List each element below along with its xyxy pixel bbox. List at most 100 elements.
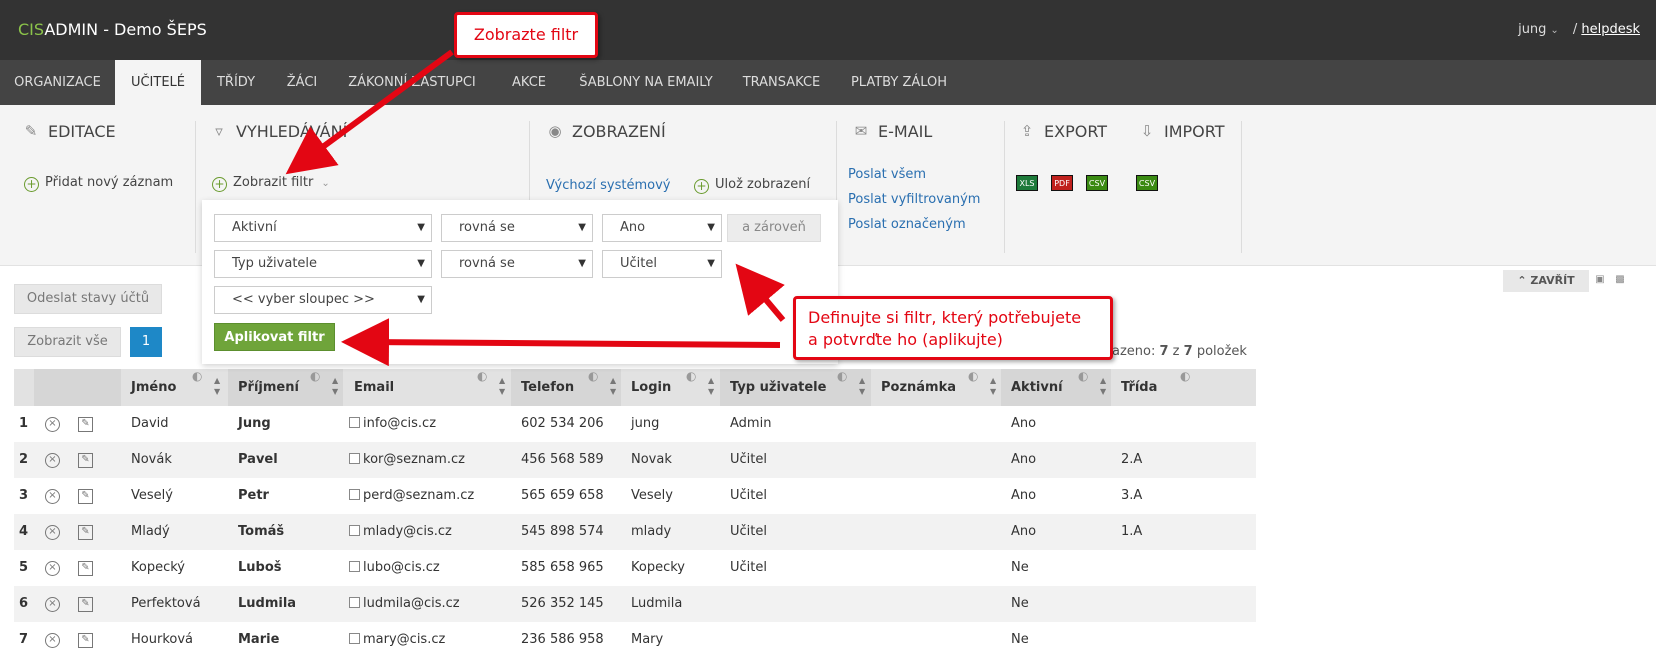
email-checkbox[interactable]	[349, 525, 360, 536]
close-button[interactable]: ⌃ ZAVŘÍT	[1503, 270, 1589, 292]
filter-operator-select-2[interactable]: rovná se	[441, 250, 593, 278]
edit-icon[interactable]: ✎	[78, 525, 93, 540]
edit-icon[interactable]: ✎	[78, 597, 93, 612]
sort-icon[interactable]: ▲ ▼	[1100, 375, 1106, 397]
email-checkbox[interactable]	[349, 633, 360, 644]
filter-column-select-3[interactable]: << vyber sloupec >>	[214, 286, 432, 314]
email-checkbox[interactable]	[349, 417, 360, 428]
eye-slash-icon[interactable]: ◐	[588, 369, 598, 383]
nav-item-ucitele[interactable]: UČITELÉ	[115, 60, 201, 105]
table-row[interactable]: 1 × ✎ David Jung info@cis.cz 602 534 206 jung Ad…	[14, 406, 1256, 442]
sort-icon[interactable]: ▲ ▼	[499, 375, 505, 397]
column-header-typ[interactable]: Typ uživatele	[720, 369, 871, 406]
show-filter-button[interactable]: + Zobrazit filtr ⌄	[212, 175, 330, 192]
edit-icon[interactable]: ✎	[78, 417, 93, 432]
filter-value-select-1[interactable]: Ano	[602, 214, 722, 242]
nav-item-akce[interactable]: AKCE	[491, 60, 567, 105]
filter-column-select-1[interactable]: Aktivní	[214, 214, 432, 242]
email-checkbox[interactable]	[349, 597, 360, 608]
edit-icon[interactable]: ✎	[78, 453, 93, 468]
callout-line-2: a potvrďte ho (aplikujte)	[808, 330, 1003, 349]
export-section: ⇪ EXPORT	[1018, 119, 1107, 143]
helpdesk-link[interactable]: helpdesk	[1581, 22, 1640, 37]
email-checkbox[interactable]	[349, 489, 360, 500]
sort-icon[interactable]: ▲ ▼	[610, 375, 616, 397]
eye-slash-icon[interactable]: ◐	[477, 369, 487, 383]
cell-trida: 1.A	[1121, 524, 1143, 539]
eye-slash-icon[interactable]: ◐	[1078, 369, 1088, 383]
column-header-login[interactable]: Login	[621, 369, 719, 406]
add-record-button[interactable]: + Přidat nový záznam	[24, 175, 173, 192]
nav-item-organizace[interactable]: ORGANIZACE	[0, 60, 115, 105]
nav-item-transakce[interactable]: TRANSAKCE	[725, 60, 838, 105]
email-marked-link[interactable]: Poslat označeným	[848, 217, 966, 232]
sort-icon[interactable]: ▲ ▼	[990, 375, 996, 397]
table-row[interactable]: 4 × ✎ Mladý Tomáš mlady@cis.cz 545 898 574 mlad…	[14, 514, 1256, 550]
table-row[interactable]: 7 × ✎ Hourková Marie mary@cis.cz 236 586 958 Ma…	[14, 622, 1256, 658]
column-header-poznamka[interactable]: Poznámka	[871, 369, 1001, 406]
sort-icon[interactable]: ▲ ▼	[859, 375, 865, 397]
export-xls-button[interactable]: XLS	[1016, 175, 1038, 191]
chevron-down-icon[interactable]: ⌄	[1550, 25, 1558, 36]
cell-aktivni: Ne	[1011, 632, 1029, 647]
nav-item-platby-zaloh[interactable]: PLATBY ZÁLOH	[838, 60, 960, 105]
circle-x-icon[interactable]: ×	[45, 489, 60, 504]
and-button[interactable]: a zároveň	[727, 214, 821, 242]
edit-icon[interactable]: ✎	[78, 561, 93, 576]
table-row[interactable]: 6 × ✎ Perfektová Ludmila ludmila@cis.cz 526 35…	[14, 586, 1256, 622]
default-view-link[interactable]: Výchozí systémový	[546, 178, 670, 193]
table-row[interactable]: 5 × ✎ Kopecký Luboš lubo@cis.cz 585 658 965 Kop…	[14, 550, 1256, 586]
settings-icon[interactable]: ▩	[1612, 272, 1628, 288]
column-header-telefon[interactable]: Telefon	[511, 369, 621, 406]
email-checkbox[interactable]	[349, 453, 360, 464]
send-states-button[interactable]: Odeslat stavy účtů	[14, 284, 162, 314]
edit-icon[interactable]: ✎	[78, 633, 93, 648]
table-row[interactable]: 2 × ✎ Novák Pavel kor@seznam.cz 456 568 589 Nov…	[14, 442, 1256, 478]
eye-slash-icon[interactable]: ◐	[968, 369, 978, 383]
sort-icon[interactable]: ▲ ▼	[214, 375, 220, 397]
circle-x-icon[interactable]: ×	[45, 561, 60, 576]
lock-icon[interactable]: ▣	[1592, 272, 1608, 288]
cell-aktivni: Ne	[1011, 596, 1029, 611]
filter-value-select-2[interactable]: Učitel	[602, 250, 722, 278]
export-csv-button[interactable]: CSV	[1086, 175, 1108, 191]
email-all-link[interactable]: Poslat všem	[848, 167, 926, 182]
edit-icon[interactable]: ✎	[78, 489, 93, 504]
user-menu[interactable]: jung	[1518, 22, 1546, 37]
cell-login: Kopecky	[631, 560, 685, 575]
eye-slash-icon[interactable]: ◐	[837, 369, 847, 383]
nav-item-tridy[interactable]: TŘÍDY	[201, 60, 271, 105]
circle-x-icon[interactable]: ×	[45, 633, 60, 648]
circle-x-icon[interactable]: ×	[45, 597, 60, 612]
app-title[interactable]: CISADMIN - Demo ŠEPS	[18, 20, 207, 39]
circle-x-icon[interactable]: ×	[45, 453, 60, 468]
email-checkbox[interactable]	[349, 561, 360, 572]
column-header-prijmeni[interactable]: Příjmení	[228, 369, 343, 406]
eye-slash-icon[interactable]: ◐	[1180, 369, 1190, 383]
circle-x-icon[interactable]: ×	[45, 525, 60, 540]
eye-slash-icon[interactable]: ◐	[192, 369, 202, 383]
apply-filter-button[interactable]: Aplikovat filtr	[214, 323, 335, 351]
table-row[interactable]: 3 × ✎ Veselý Petr perd@seznam.cz 565 659 658 Ve…	[14, 478, 1256, 514]
show-all-button[interactable]: Zobrazit vše	[14, 327, 121, 357]
filter-operator-select-1[interactable]: rovná se	[441, 214, 593, 242]
sort-icon[interactable]: ▲ ▼	[332, 375, 338, 397]
eye-slash-icon[interactable]: ◐	[686, 369, 696, 383]
column-label: Telefon	[521, 380, 575, 395]
column-header-jmeno[interactable]: Jméno	[121, 369, 228, 406]
nav-item-zakonni-zastupci[interactable]: ZÁKONNÍ ZÁSTUPCI	[333, 60, 491, 105]
import-csv-button[interactable]: CSV	[1136, 175, 1158, 191]
email-filtered-link[interactable]: Poslat vyfiltrovaným	[848, 192, 980, 207]
cell-trida: 2.A	[1121, 452, 1143, 467]
circle-x-icon[interactable]: ×	[45, 417, 60, 432]
eye-slash-icon[interactable]: ◐	[310, 369, 320, 383]
page-1-button[interactable]: 1	[130, 327, 162, 357]
cell-email: mary@cis.cz	[339, 622, 445, 658]
column-header-aktivni[interactable]: Aktivní	[1001, 369, 1111, 406]
export-pdf-button[interactable]: PDF	[1051, 175, 1073, 191]
sort-icon[interactable]: ▲ ▼	[708, 375, 714, 397]
save-view-button[interactable]: + Ulož zobrazení	[694, 177, 810, 194]
nav-item-zaci[interactable]: ŽÁCI	[271, 60, 333, 105]
nav-item-sablony[interactable]: ŠABLONY NA EMAILY	[567, 60, 725, 105]
filter-column-select-2[interactable]: Typ uživatele	[214, 250, 432, 278]
